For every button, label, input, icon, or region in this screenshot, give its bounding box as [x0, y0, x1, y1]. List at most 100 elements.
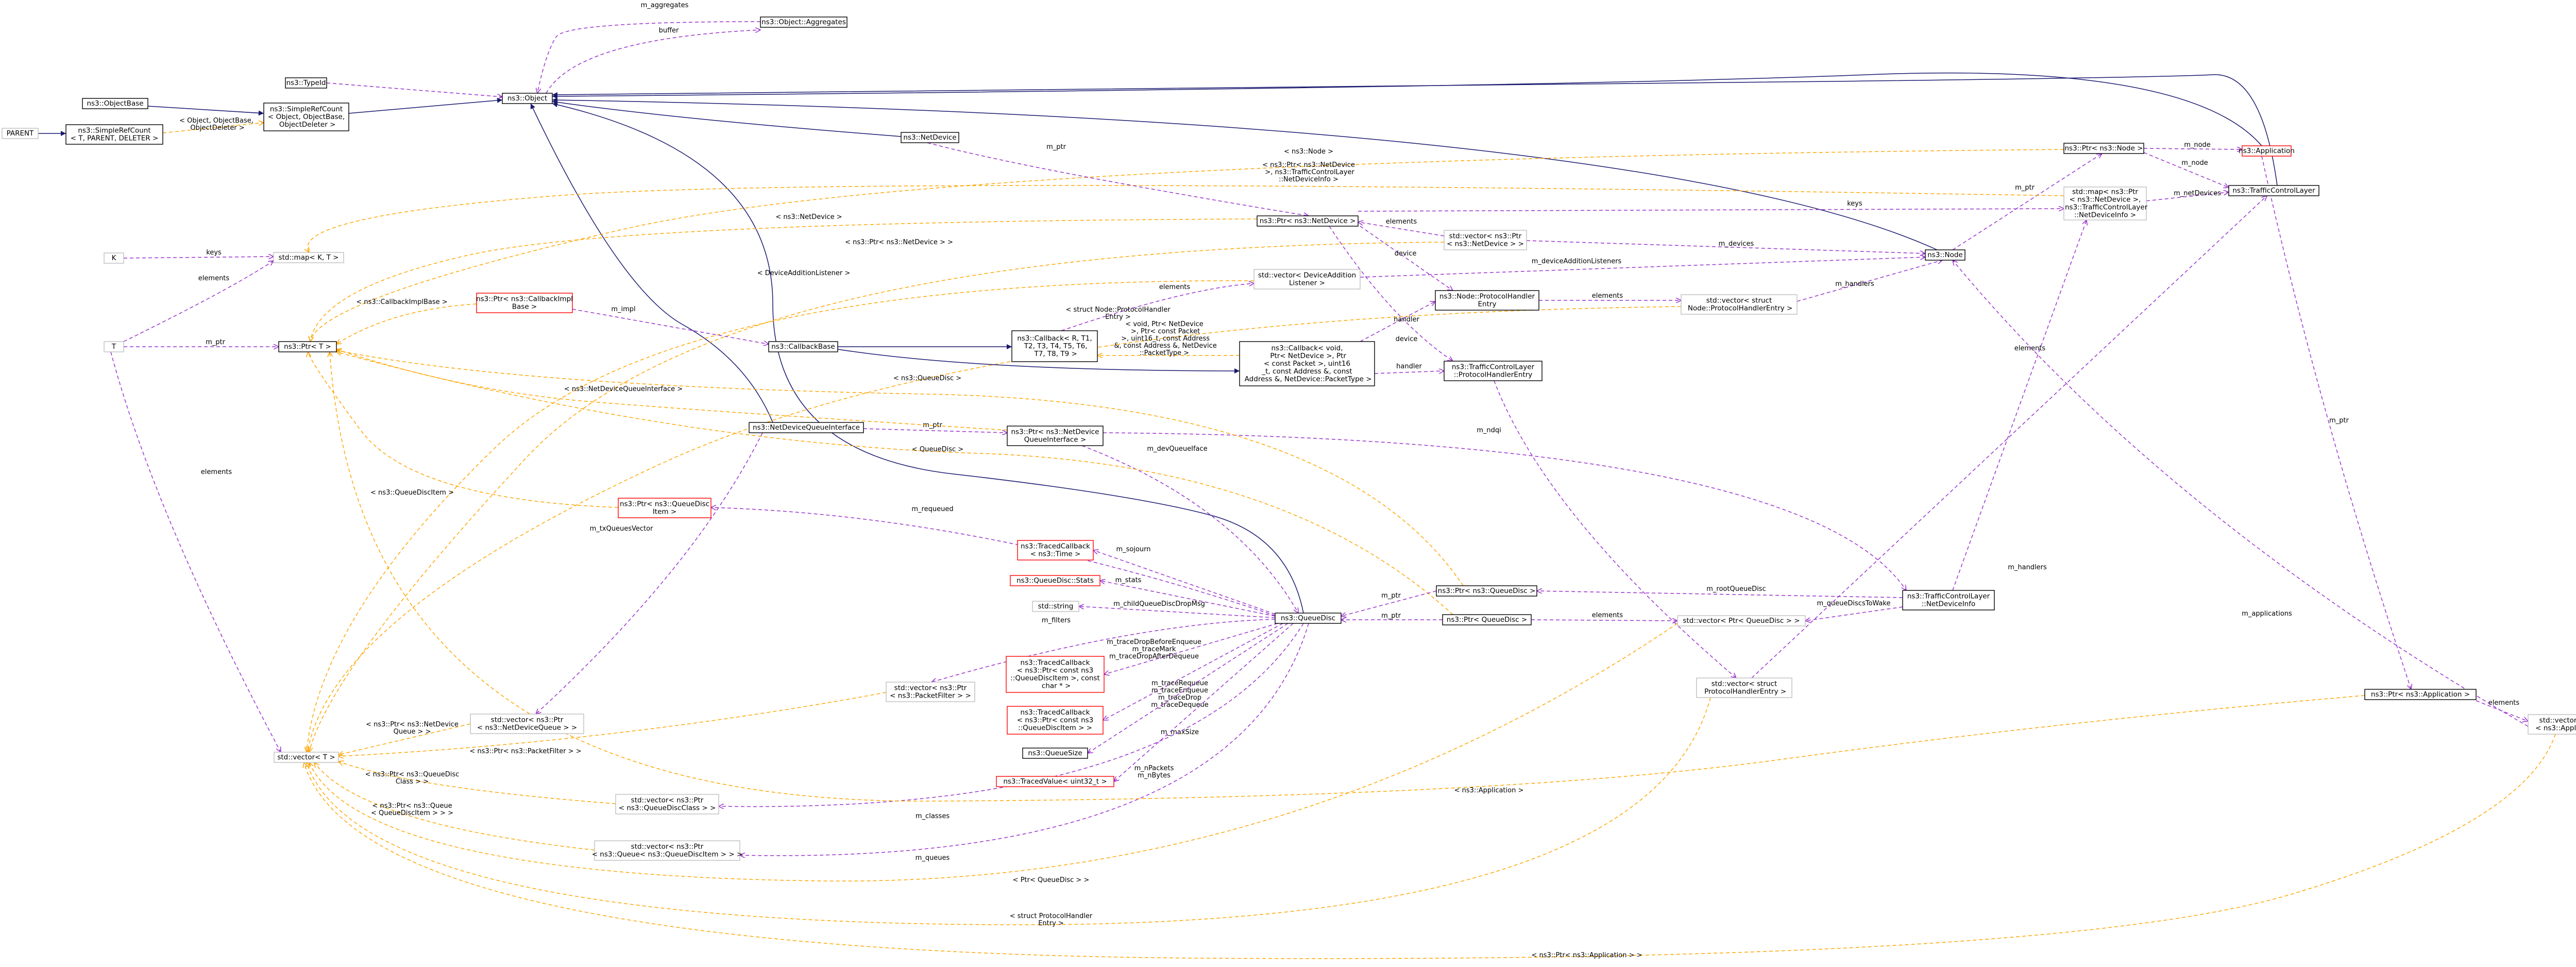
edge-label-m-ptr-qd2: m_ptr	[1381, 612, 1401, 620]
node-net-device[interactable]: ns3::NetDevice	[901, 132, 959, 143]
node-map-k-t[interactable]: std::map< K, T >	[273, 252, 344, 263]
node-ptr-callback-impl-base[interactable]: ns3::Ptr< ns3::CallbackImpl Base >	[476, 293, 573, 313]
edge-line	[530, 103, 773, 423]
node-traced-callback-time[interactable]: ns3::TracedCallback < ns3::Time >	[1017, 540, 1094, 561]
edge-label-m-ptr-netdevice: m_ptr	[1046, 143, 1066, 151]
node-label: T	[111, 343, 116, 351]
node-net-device-queue-interface[interactable]: ns3::NetDeviceQueueInterface	[749, 422, 864, 433]
node-ptr-queue-disc-item[interactable]: ns3::Ptr< ns3::QueueDisc Item >	[618, 498, 711, 518]
node-object-aggregates[interactable]: ns3::Object::Aggregates	[760, 16, 848, 28]
node-traced-callback-item[interactable]: ns3::TracedCallback < ns3::Ptr< const ns3…	[1006, 656, 1105, 693]
node-t[interactable]: T	[104, 341, 124, 352]
node-label: ns3::QueueDisc	[1281, 614, 1335, 622]
node-label: ns3::Object::Aggregates	[761, 18, 846, 26]
edge-vector_ptr_ndq-to-vector_t: < ns3::Ptr< ns3::NetDevice Queue > >	[338, 721, 471, 755]
edge-label-m-root-queue-disc: m_rootQueueDisc	[1706, 585, 1766, 593]
edge-line	[309, 242, 1445, 752]
node-vector-struct-phe[interactable]: std::vector< struct ProtocolHandlerEntry…	[1696, 677, 1792, 698]
edge-net_device-to-object	[552, 99, 902, 137]
node-protocol-handler-entry-node[interactable]: ns3::Node::ProtocolHandler Entry	[1435, 290, 1539, 311]
node-traffic-control-layer[interactable]: ns3::TrafficControlLayer	[2228, 185, 2319, 196]
node-simple-ref-count-t[interactable]: ns3::SimpleRefCount < T, PARENT, DELETER …	[65, 124, 163, 145]
node-vector-ptr-netdevice[interactable]: std::vector< ns3::Ptr < ns3::NetDevice > …	[1444, 230, 1527, 250]
node-ptr-ndqi[interactable]: ns3::Ptr< ns3::NetDevice QueueInterface >	[1007, 426, 1104, 446]
node-ptr-net-device[interactable]: ns3::Ptr< ns3::NetDevice >	[1257, 215, 1359, 227]
node-vector-ptr-ndq[interactable]: std::vector< ns3::Ptr < ns3::NetDeviceQue…	[470, 714, 584, 734]
edge-line	[336, 303, 477, 344]
edge-line	[863, 428, 1007, 433]
edge-line	[1329, 226, 1453, 361]
node-k[interactable]: K	[104, 252, 124, 264]
edge-line	[348, 97, 503, 114]
edge-ptr_node-to-ptr_t: < ns3::Node >	[310, 148, 2064, 342]
node-callback-template[interactable]: ns3::Callback< R, T1, T2, T3, T4, T5, T6…	[1011, 330, 1098, 362]
node-application[interactable]: ns3::Application	[2239, 145, 2295, 157]
node-label: ns3::TypeId	[286, 79, 326, 87]
edge-callback_void-to-callback_template: < void, Ptr< NetDevice >, Ptr< const Pac…	[1097, 320, 1240, 357]
node-tcl-phe[interactable]: ns3::TrafficControlLayer::ProtocolHandle…	[1444, 361, 1543, 381]
edge-ptr_net_device-to-ptr_t: < ns3::NetDevice >	[310, 213, 1258, 342]
node-vector-ptr-qdc[interactable]: std::vector< ns3::Ptr < ns3::QueueDiscCla…	[615, 794, 719, 815]
edge-label-ptr-node-tmpl: < ns3::Node >	[1284, 148, 1333, 156]
node-vector-ptr-queue-disc[interactable]: std::vector< Ptr< QueueDisc > >	[1677, 615, 1806, 626]
edge-label-keys-map: keys	[1847, 200, 1862, 208]
edge-ptr_node-to-application: m_node	[2143, 141, 2242, 149]
edge-label-device-addition-listener-tmpl: < DeviceAdditionListener >	[757, 269, 851, 277]
edge-ptr_net_device-to-tcl_phe: device	[1329, 226, 1453, 361]
node-object[interactable]: ns3::Object	[502, 93, 553, 104]
node-label: K	[112, 254, 117, 262]
edge-line	[123, 261, 274, 342]
edge-line	[330, 352, 2365, 802]
node-vector-t[interactable]: std::vector< T >	[274, 752, 339, 763]
edge-label-ndq-tmpl: < ns3::Ptr< ns3::NetDevice Queue > >	[366, 721, 459, 736]
node-ptr-application[interactable]: ns3::Ptr< ns3::Application >	[2364, 689, 2477, 700]
edge-label-ptr-app-tmpl: < ns3::Ptr< ns3::Application > >	[1531, 952, 1642, 959]
node-traced-callback-item2[interactable]: ns3::TracedCallback < ns3::Ptr< const ns3…	[1007, 706, 1104, 735]
node-vector-device-addition-listener[interactable]: std::vector< DeviceAddition Listener >	[1253, 269, 1361, 290]
edge-label-elements-t: elements	[201, 468, 232, 476]
edge-line	[536, 432, 763, 714]
node-label: std::vector< ns3::Ptr < ns3::PacketFilter…	[890, 684, 971, 700]
edge-line	[711, 507, 1276, 616]
node-tcl-net-device-info[interactable]: ns3::TrafficControlLayer::NetDeviceInfo	[1902, 590, 1995, 610]
node-vector-ptr-application[interactable]: std::vector< ns3::Ptr< ns3::Application …	[2528, 714, 2576, 735]
edge-label-m-classes: m_classes	[916, 812, 950, 820]
node-ptr-queue-disc[interactable]: ns3::Ptr< ns3::QueueDisc >	[1436, 585, 1537, 597]
node-queue-disc[interactable]: ns3::QueueDisc	[1275, 613, 1342, 624]
node-ptr-queue-disc-const[interactable]: ns3::Ptr< QueueDisc >	[1442, 614, 1532, 625]
node-ptr-node[interactable]: ns3::Ptr< ns3::Node >	[2063, 143, 2144, 154]
node-node[interactable]: ns3::Node	[1925, 249, 1965, 261]
edge-label-m-npackets: m_nPackets m_nBytes	[1134, 765, 1174, 779]
node-parent[interactable]: PARENT	[2, 128, 39, 139]
node-vector-ptr-queue[interactable]: std::vector< ns3::Ptr < ns3::Queue< ns3::…	[592, 840, 743, 861]
edge-label-elements-phe: elements	[1592, 292, 1623, 300]
node-traced-value-uint32[interactable]: ns3::TracedValue< uint32_t >	[996, 776, 1114, 787]
edge-line	[336, 352, 1453, 615]
node-simple-ref-count-object[interactable]: ns3::SimpleRefCount < Object, ObjectBase,…	[263, 103, 349, 131]
edge-label-vector-ptr-netdev-tmpl: < ns3::Ptr< ns3::NetDevice > >	[845, 239, 953, 246]
node-vector-ptr-packet-filter[interactable]: std::vector< ns3::Ptr < ns3::PacketFilter…	[886, 682, 975, 702]
edge-line	[552, 72, 2262, 146]
edge-label-m-dev-queue-iface: m_devQueueIface	[1147, 445, 1207, 453]
edge-ptr_queue_disc_item-to-ptr_t: < ns3::QueueDiscItem >	[308, 352, 619, 508]
edge-label-handler-2: handler	[1396, 363, 1422, 370]
node-typeid[interactable]: ns3::TypeId	[285, 77, 327, 89]
node-object-base[interactable]: ns3::ObjectBase	[82, 98, 148, 109]
edge-protocol_handler_entry_node-to-vector_struct_node_phe: elements	[1539, 292, 1681, 300]
node-map-netdevices[interactable]: std::map< ns3::Ptr < ns3::NetDevice >, ns…	[2063, 186, 2148, 220]
node-queue-size[interactable]: ns3::QueueSize	[1022, 748, 1088, 759]
node-label: ns3::QueueSize	[1028, 749, 1082, 757]
node-callback-void[interactable]: ns3::Callback< void, Ptr< NetDevice >, P…	[1239, 341, 1375, 386]
edge-line	[1494, 380, 1736, 678]
edge-traffic_control_layer-to-object	[552, 74, 2278, 186]
edge-line	[1360, 257, 1925, 278]
node-ptr-t[interactable]: ns3::Ptr< T >	[278, 341, 337, 352]
edge-line	[1531, 620, 1677, 621]
node-callback-base[interactable]: ns3::CallbackBase	[768, 341, 838, 352]
node-vector-struct-node-phe[interactable]: std::vector< struct Node::ProtocolHandle…	[1681, 294, 1798, 315]
edge-callback_void-to-tcl_phe: handler	[1374, 363, 1444, 374]
edge-ptr_queue_disc_const-to-queue_disc: m_ptr	[1341, 612, 1443, 620]
node-queue-disc-stats[interactable]: ns3::QueueDisc::Stats	[1010, 575, 1100, 586]
edge-queue_disc-to-ptr_queue_disc_item: m_requeued	[711, 505, 1276, 616]
node-std-string[interactable]: std::string	[1032, 601, 1079, 612]
